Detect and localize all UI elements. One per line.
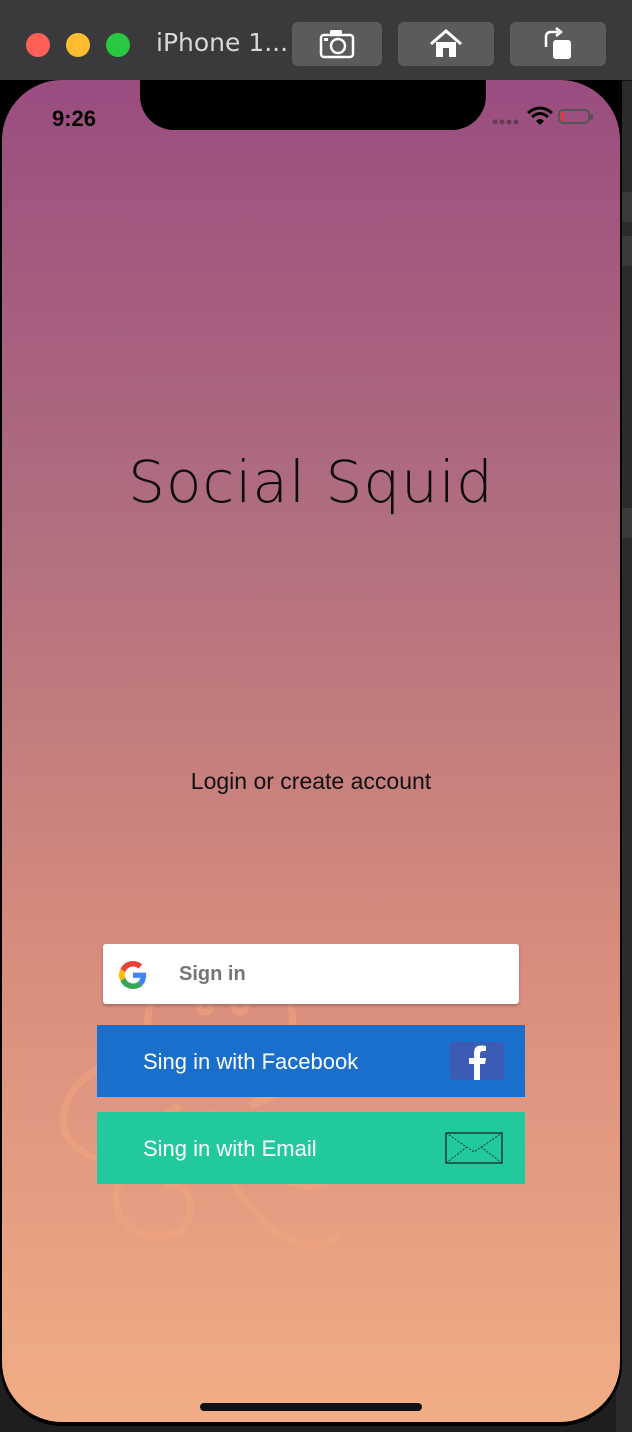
google-sign-in-label: Sign in [179,963,246,985]
phone-screen: 9:26 Social Squid Login or create accoun… [2,80,620,1422]
wifi-icon [527,106,553,125]
cellular-signal-icon [492,119,519,125]
home-icon [430,29,462,57]
email-sign-in-label: Sing in with Email [143,1136,317,1161]
title-bar: iPhone 1... [0,0,632,81]
screenshot-button[interactable] [292,22,382,66]
facebook-f-icon [450,1042,504,1080]
battery-icon [558,109,593,124]
camera-icon [319,30,355,59]
phone-frame: 9:26 Social Squid Login or create accoun… [0,80,622,1426]
minimize-window-button[interactable] [66,33,90,57]
envelope-icon [445,1132,503,1164]
google-g-icon [119,961,147,989]
zoom-window-button[interactable] [106,33,130,57]
facebook-sign-in-button[interactable]: Sing in with Facebook [97,1025,525,1097]
app-title: Social Squid [128,448,494,516]
close-window-button[interactable] [26,33,50,57]
google-sign-in-button[interactable]: Sign in [103,944,519,1004]
login-subtitle: Login or create account [190,768,432,794]
notch [140,80,486,130]
facebook-sign-in-label: Sing in with Facebook [143,1049,359,1074]
rotate-icon [544,27,571,59]
rotate-button[interactable] [510,22,606,66]
simulator-window: iPhone 1... 9:26 Social Squid Login or c… [0,0,632,1432]
email-sign-in-button[interactable]: Sing in with Email [97,1112,525,1184]
window-title: iPhone 1... [156,28,289,57]
home-button[interactable] [398,22,494,66]
home-indicator[interactable] [200,1403,422,1411]
status-time: 9:26 [52,106,97,131]
